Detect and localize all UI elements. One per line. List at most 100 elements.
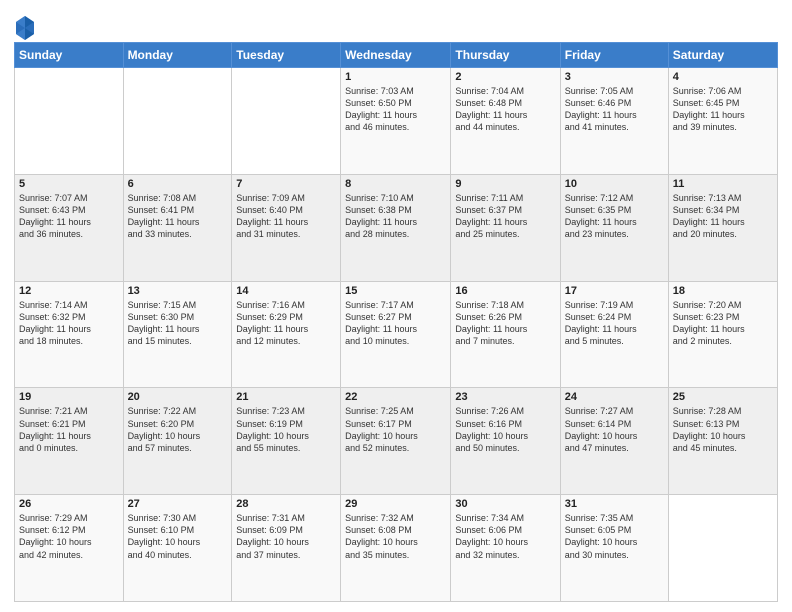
cell-content: Sunrise: 7:20 AMSunset: 6:23 PMDaylight:… — [673, 299, 773, 348]
calendar-cell: 25 Sunrise: 7:28 AMSunset: 6:13 PMDayligh… — [668, 388, 777, 495]
day-number: 21 — [236, 391, 336, 403]
calendar-week-row: 12Sunrise: 7:14 AMSunset: 6:32 PMDayligh… — [15, 281, 778, 388]
calendar-cell: 14Sunrise: 7:16 AMSunset: 6:29 PMDayligh… — [232, 281, 341, 388]
page: SundayMondayTuesdayWednesdayThursdayFrid… — [0, 0, 792, 612]
calendar-cell: 18 Sunrise: 7:20 AMSunset: 6:23 PMDayligh… — [668, 281, 777, 388]
calendar-cell: 2Sunrise: 7:04 AMSunset: 6:48 PMDaylight… — [451, 68, 560, 175]
calendar-cell: 22 Sunrise: 7:25 AMSunset: 6:17 PMDayligh… — [341, 388, 451, 495]
cell-content: Sunrise: 7:03 AMSunset: 6:50 PMDaylight:… — [345, 85, 446, 134]
cell-content: Sunrise: 7:15 AMSunset: 6:30 PMDaylight:… — [128, 299, 228, 348]
day-of-week-header: Wednesday — [341, 43, 451, 68]
day-number: 16 — [455, 285, 555, 297]
day-number: 14 — [236, 285, 336, 297]
cell-content: Sunrise: 7:10 AMSunset: 6:38 PMDaylight:… — [345, 192, 446, 241]
cell-content: Sunrise: 7:34 AMSunset: 6:06 PMDaylight:… — [455, 512, 555, 561]
day-number: 30 — [455, 498, 555, 510]
cell-content: Sunrise: 7:05 AMSunset: 6:46 PMDaylight:… — [565, 85, 664, 134]
calendar-cell: 30 Sunrise: 7:34 AMSunset: 6:06 PMDayligh… — [451, 495, 560, 602]
calendar-cell: 17Sunrise: 7:19 AMSunset: 6:24 PMDayligh… — [560, 281, 668, 388]
calendar-cell: 20 Sunrise: 7:22 AMSunset: 6:20 PMDayligh… — [123, 388, 232, 495]
day-number: 23 — [455, 391, 555, 403]
day-number: 19 — [19, 391, 119, 403]
cell-content: Sunrise: 7:06 AMSunset: 6:45 PMDaylight:… — [673, 85, 773, 134]
day-number: 29 — [345, 498, 446, 510]
calendar-cell: 31Sunrise: 7:35 AMSunset: 6:05 PMDayligh… — [560, 495, 668, 602]
calendar-cell — [232, 68, 341, 175]
cell-content: Sunrise: 7:12 AMSunset: 6:35 PMDaylight:… — [565, 192, 664, 241]
day-number: 3 — [565, 71, 664, 83]
calendar-week-row: 19 Sunrise: 7:21 AMSunset: 6:21 PMDayligh… — [15, 388, 778, 495]
cell-content: Sunrise: 7:17 AMSunset: 6:27 PMDaylight:… — [345, 299, 446, 348]
cell-content: Sunrise: 7:13 AMSunset: 6:34 PMDaylight:… — [673, 192, 773, 241]
cell-content: Sunrise: 7:04 AMSunset: 6:48 PMDaylight:… — [455, 85, 555, 134]
day-of-week-header: Friday — [560, 43, 668, 68]
calendar-week-row: 5 Sunrise: 7:07 AMSunset: 6:43 PMDaylight… — [15, 174, 778, 281]
cell-content: Sunrise: 7:28 AMSunset: 6:13 PMDaylight:… — [673, 405, 773, 454]
day-of-week-header: Sunday — [15, 43, 124, 68]
calendar-cell: 24 Sunrise: 7:27 AMSunset: 6:14 PMDayligh… — [560, 388, 668, 495]
calendar-week-row: 26 Sunrise: 7:29 AMSunset: 6:12 PMDayligh… — [15, 495, 778, 602]
day-number: 24 — [565, 391, 664, 403]
cell-content: Sunrise: 7:32 AMSunset: 6:08 PMDaylight:… — [345, 512, 446, 561]
day-number: 6 — [128, 178, 228, 190]
day-of-week-header: Monday — [123, 43, 232, 68]
calendar-cell: 8 Sunrise: 7:10 AMSunset: 6:38 PMDaylight… — [341, 174, 451, 281]
cell-content: Sunrise: 7:22 AMSunset: 6:20 PMDaylight:… — [128, 405, 228, 454]
day-number: 8 — [345, 178, 446, 190]
cell-content: Sunrise: 7:29 AMSunset: 6:12 PMDaylight:… — [19, 512, 119, 561]
calendar-cell: 26 Sunrise: 7:29 AMSunset: 6:12 PMDayligh… — [15, 495, 124, 602]
day-number: 1 — [345, 71, 446, 83]
day-of-week-header: Tuesday — [232, 43, 341, 68]
cell-content: Sunrise: 7:08 AMSunset: 6:41 PMDaylight:… — [128, 192, 228, 241]
calendar-cell: 6 Sunrise: 7:08 AMSunset: 6:41 PMDaylight… — [123, 174, 232, 281]
calendar-cell: 29 Sunrise: 7:32 AMSunset: 6:08 PMDayligh… — [341, 495, 451, 602]
calendar-header: SundayMondayTuesdayWednesdayThursdayFrid… — [15, 43, 778, 68]
calendar-cell: 10Sunrise: 7:12 AMSunset: 6:35 PMDayligh… — [560, 174, 668, 281]
calendar-cell — [15, 68, 124, 175]
cell-content: Sunrise: 7:18 AMSunset: 6:26 PMDaylight:… — [455, 299, 555, 348]
day-number: 25 — [673, 391, 773, 403]
day-number: 11 — [673, 178, 773, 190]
cell-content: Sunrise: 7:11 AMSunset: 6:37 PMDaylight:… — [455, 192, 555, 241]
cell-content: Sunrise: 7:23 AMSunset: 6:19 PMDaylight:… — [236, 405, 336, 454]
cell-content: Sunrise: 7:25 AMSunset: 6:17 PMDaylight:… — [345, 405, 446, 454]
calendar-cell: 1 Sunrise: 7:03 AMSunset: 6:50 PMDaylight… — [341, 68, 451, 175]
calendar-cell: 13 Sunrise: 7:15 AMSunset: 6:30 PMDayligh… — [123, 281, 232, 388]
calendar-cell: 9 Sunrise: 7:11 AMSunset: 6:37 PMDaylight… — [451, 174, 560, 281]
day-of-week-header: Saturday — [668, 43, 777, 68]
day-number: 15 — [345, 285, 446, 297]
calendar-cell: 16 Sunrise: 7:18 AMSunset: 6:26 PMDayligh… — [451, 281, 560, 388]
calendar-cell: 15 Sunrise: 7:17 AMSunset: 6:27 PMDayligh… — [341, 281, 451, 388]
day-number: 22 — [345, 391, 446, 403]
day-number: 26 — [19, 498, 119, 510]
cell-content: Sunrise: 7:31 AMSunset: 6:09 PMDaylight:… — [236, 512, 336, 561]
day-number: 20 — [128, 391, 228, 403]
day-number: 17 — [565, 285, 664, 297]
logo-icon — [14, 14, 32, 36]
day-number: 31 — [565, 498, 664, 510]
calendar-cell: 19 Sunrise: 7:21 AMSunset: 6:21 PMDayligh… — [15, 388, 124, 495]
cell-content: Sunrise: 7:27 AMSunset: 6:14 PMDaylight:… — [565, 405, 664, 454]
day-header-row: SundayMondayTuesdayWednesdayThursdayFrid… — [15, 43, 778, 68]
calendar-cell: 5 Sunrise: 7:07 AMSunset: 6:43 PMDaylight… — [15, 174, 124, 281]
calendar-cell: 28 Sunrise: 7:31 AMSunset: 6:09 PMDayligh… — [232, 495, 341, 602]
day-number: 28 — [236, 498, 336, 510]
day-number: 13 — [128, 285, 228, 297]
day-number: 9 — [455, 178, 555, 190]
day-of-week-header: Thursday — [451, 43, 560, 68]
calendar-body: 1 Sunrise: 7:03 AMSunset: 6:50 PMDaylight… — [15, 68, 778, 602]
cell-content: Sunrise: 7:07 AMSunset: 6:43 PMDaylight:… — [19, 192, 119, 241]
calendar-cell: 12Sunrise: 7:14 AMSunset: 6:32 PMDayligh… — [15, 281, 124, 388]
calendar-cell — [668, 495, 777, 602]
calendar-cell — [123, 68, 232, 175]
calendar-cell: 3 Sunrise: 7:05 AMSunset: 6:46 PMDaylight… — [560, 68, 668, 175]
calendar-cell: 27 Sunrise: 7:30 AMSunset: 6:10 PMDayligh… — [123, 495, 232, 602]
cell-content: Sunrise: 7:21 AMSunset: 6:21 PMDaylight:… — [19, 405, 119, 454]
day-number: 27 — [128, 498, 228, 510]
day-number: 5 — [19, 178, 119, 190]
day-number: 18 — [673, 285, 773, 297]
header — [14, 10, 778, 36]
cell-content: Sunrise: 7:30 AMSunset: 6:10 PMDaylight:… — [128, 512, 228, 561]
cell-content: Sunrise: 7:14 AMSunset: 6:32 PMDaylight:… — [19, 299, 119, 348]
cell-content: Sunrise: 7:09 AMSunset: 6:40 PMDaylight:… — [236, 192, 336, 241]
